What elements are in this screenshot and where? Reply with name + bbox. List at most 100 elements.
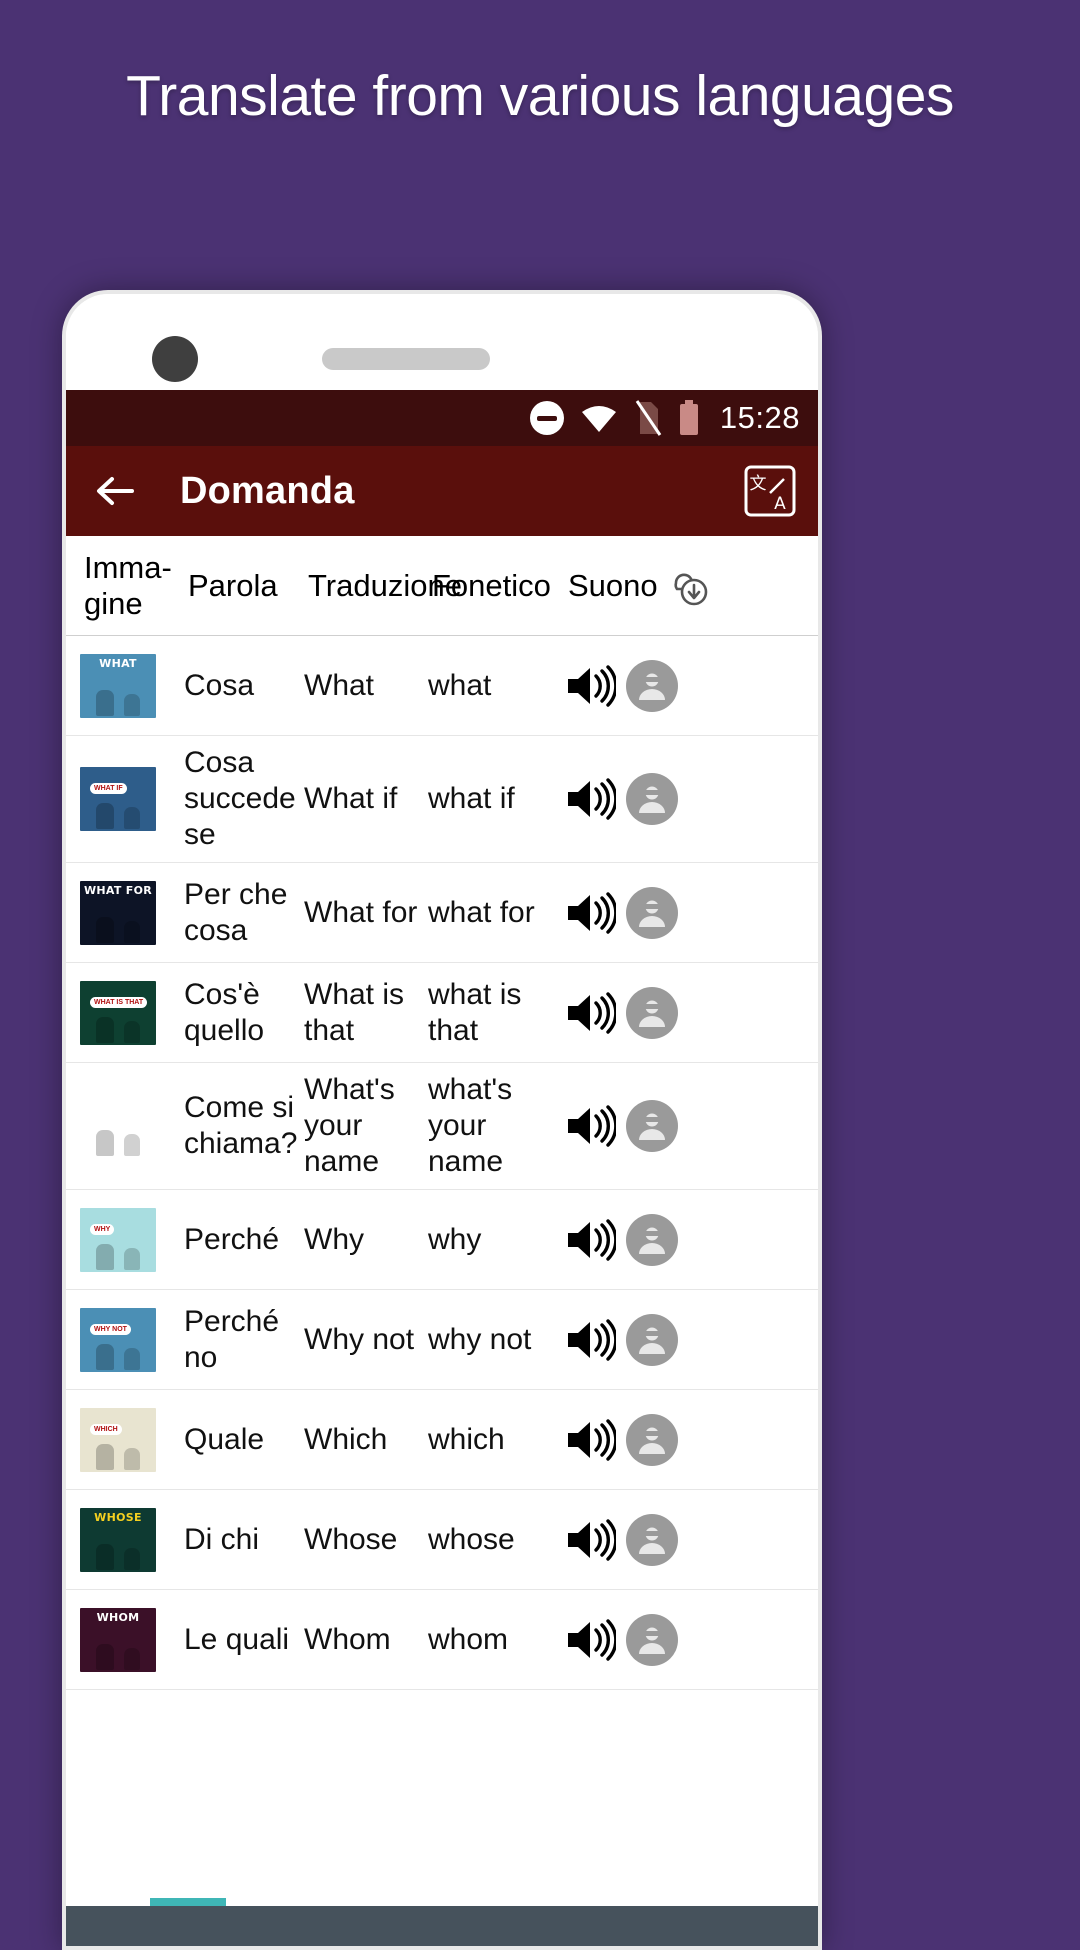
svg-text:文: 文 bbox=[750, 474, 767, 494]
cell-phonetic: whom bbox=[428, 1622, 509, 1656]
table-row[interactable]: WHAT Cosa What what bbox=[66, 636, 818, 736]
avatar-icon[interactable] bbox=[626, 1413, 678, 1466]
row-image-cell: WHY bbox=[66, 1207, 184, 1272]
cell-word: Perché bbox=[184, 1222, 280, 1256]
cell-sound bbox=[564, 1313, 678, 1366]
back-arrow-icon[interactable] bbox=[88, 464, 142, 518]
table-row[interactable]: WHAT FOR Per che cosa What for what for bbox=[66, 863, 818, 963]
word-thumbnail-icon: WHOM bbox=[80, 1607, 156, 1672]
speaker-icon[interactable] bbox=[564, 775, 618, 823]
cell-translation: Whom bbox=[304, 1622, 391, 1656]
table-row[interactable]: WHOM Le quali Whom whom bbox=[66, 1590, 818, 1690]
table-row[interactable]: WHY NOT Perché no Why not why not bbox=[66, 1290, 818, 1390]
cell-phonetic: what's your name bbox=[428, 1073, 513, 1178]
cell-word: Cosa bbox=[184, 668, 255, 702]
word-thumbnail-icon: WHY bbox=[80, 1207, 156, 1272]
cell-sound bbox=[564, 773, 678, 825]
app-bar: Domanda 文 A bbox=[66, 446, 818, 536]
cell-phonetic: why bbox=[428, 1222, 482, 1256]
avatar-icon[interactable] bbox=[626, 773, 678, 825]
avatar-icon[interactable] bbox=[626, 1100, 678, 1152]
word-thumbnail-icon: WHAT FOR bbox=[80, 880, 156, 945]
cell-sound bbox=[564, 1213, 678, 1266]
cell-translation: Whose bbox=[304, 1522, 398, 1556]
table-header-row: Imma-gine Parola Traduzione Fonetico Suo… bbox=[66, 536, 818, 636]
cell-word: Cos'è quello bbox=[184, 977, 265, 1047]
table-row[interactable]: Come si chiama? What's your name what's … bbox=[66, 1063, 818, 1190]
cell-sound bbox=[564, 1613, 678, 1666]
earpiece-speaker bbox=[322, 348, 490, 370]
phone-bezel bbox=[66, 294, 818, 390]
cell-word: Cosa succede se bbox=[184, 746, 296, 851]
table-row[interactable]: WHAT IF Cosa succede se What if what if bbox=[66, 736, 818, 863]
translate-icon[interactable]: 文 A bbox=[744, 465, 796, 517]
speaker-icon[interactable] bbox=[564, 1616, 618, 1664]
cell-word: Per che cosa bbox=[184, 877, 288, 947]
cell-translation: What's your name bbox=[304, 1073, 395, 1178]
bottom-bar bbox=[66, 1906, 818, 1946]
wifi-icon bbox=[580, 403, 618, 433]
cell-word: Di chi bbox=[184, 1522, 260, 1556]
page-title: Translate from various languages bbox=[126, 64, 954, 128]
table-row[interactable]: WHOSE Di chi Whose whose bbox=[66, 1490, 818, 1590]
speaker-icon[interactable] bbox=[564, 1102, 618, 1150]
row-image-cell: WHAT FOR bbox=[66, 880, 184, 945]
speaker-icon[interactable] bbox=[564, 1216, 618, 1264]
device-screen: 15:28 Domanda 文 A Imma-gine Parola Tradu… bbox=[66, 390, 818, 1946]
cell-translation: Which bbox=[304, 1422, 388, 1456]
avatar-icon[interactable] bbox=[626, 886, 678, 939]
speaker-icon[interactable] bbox=[564, 1316, 618, 1364]
avatar-icon[interactable] bbox=[626, 1513, 678, 1566]
row-image-cell: WHAT bbox=[66, 653, 184, 718]
cell-phonetic: why not bbox=[428, 1322, 532, 1356]
do-not-disturb-icon bbox=[529, 401, 564, 435]
cell-sound bbox=[564, 1413, 678, 1466]
avatar-icon[interactable] bbox=[626, 659, 678, 712]
avatar-icon[interactable] bbox=[626, 1213, 678, 1266]
column-header-word: Parola bbox=[188, 567, 278, 603]
word-list: WHAT Cosa What what WHAT IF Cosa succede… bbox=[66, 636, 818, 1690]
table-row[interactable]: WHAT IS THAT Cos'è quello What is that w… bbox=[66, 963, 818, 1063]
row-image-cell: WHY NOT bbox=[66, 1307, 184, 1372]
row-image-cell: WHICH bbox=[66, 1407, 184, 1472]
column-header-image: Imma-gine bbox=[84, 549, 172, 621]
speaker-icon[interactable] bbox=[564, 1416, 618, 1464]
app-bar-title: Domanda bbox=[180, 469, 355, 512]
speaker-icon[interactable] bbox=[564, 989, 618, 1037]
cell-sound bbox=[564, 986, 678, 1039]
word-thumbnail-icon: WHY NOT bbox=[80, 1307, 156, 1372]
cell-translation: What bbox=[304, 668, 375, 702]
cell-phonetic: which bbox=[428, 1422, 505, 1456]
avatar-icon[interactable] bbox=[626, 1313, 678, 1366]
avatar-icon[interactable] bbox=[626, 986, 678, 1039]
row-image-cell: WHAT IS THAT bbox=[66, 980, 184, 1045]
speaker-icon[interactable] bbox=[564, 1516, 618, 1564]
cell-translation: What for bbox=[304, 895, 418, 929]
avatar-icon[interactable] bbox=[626, 1613, 678, 1666]
cell-phonetic: whose bbox=[428, 1522, 515, 1556]
row-image-cell: WHOSE bbox=[66, 1507, 184, 1572]
word-thumbnail-icon: WHICH bbox=[80, 1407, 156, 1472]
svg-text:A: A bbox=[774, 494, 786, 514]
battery-icon bbox=[678, 400, 700, 436]
partial-thumbnail bbox=[150, 1898, 226, 1906]
speaker-icon[interactable] bbox=[564, 662, 618, 710]
word-thumbnail-icon: WHAT IF bbox=[80, 767, 156, 831]
cell-phonetic: what is that bbox=[428, 977, 522, 1047]
cell-translation: What if bbox=[304, 782, 398, 815]
cell-phonetic: what if bbox=[428, 782, 515, 815]
column-header-translation: Traduzione bbox=[308, 567, 462, 603]
cell-sound bbox=[564, 1100, 678, 1152]
status-bar: 15:28 bbox=[66, 390, 818, 446]
column-header-sound-label: Suono bbox=[568, 567, 658, 603]
cloud-download-icon[interactable] bbox=[664, 563, 710, 609]
cell-phonetic: what bbox=[428, 668, 492, 702]
word-thumbnail-icon: WHOSE bbox=[80, 1507, 156, 1572]
speaker-icon[interactable] bbox=[564, 889, 618, 937]
table-row[interactable]: WHY Perché Why why bbox=[66, 1190, 818, 1290]
cell-translation: Why bbox=[304, 1222, 364, 1256]
table-row[interactable]: WHICH Quale Which which bbox=[66, 1390, 818, 1490]
cell-word: Le quali bbox=[184, 1622, 290, 1656]
phone-frame: 15:28 Domanda 文 A Imma-gine Parola Tradu… bbox=[62, 290, 822, 1950]
word-thumbnail-icon: WHAT IS THAT bbox=[80, 980, 156, 1045]
